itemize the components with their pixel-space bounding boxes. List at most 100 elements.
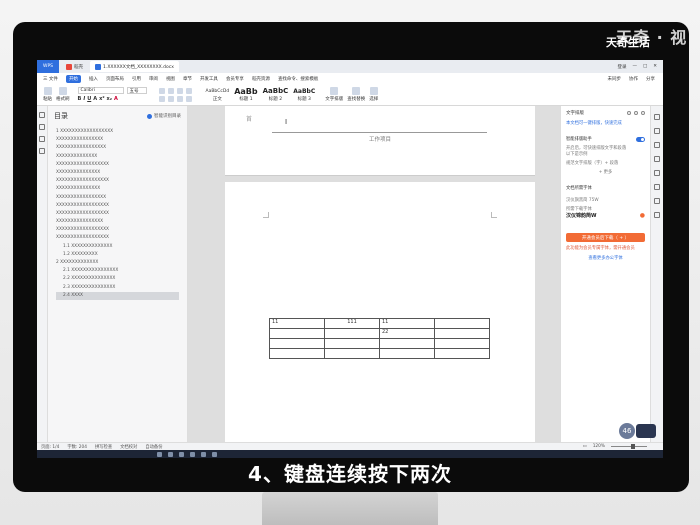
format-painter-button[interactable]: 格式刷 — [56, 87, 70, 102]
table-cell[interactable] — [269, 328, 325, 339]
outline-item[interactable]: XXXXXXXXXXXXXXXXXX — [56, 210, 179, 218]
select-button[interactable]: 选择 — [369, 87, 378, 102]
share-button[interactable]: 分享 — [646, 76, 655, 82]
table-cell[interactable] — [434, 348, 490, 359]
outline-item[interactable]: 2.1 XXXXXXXXXXXXXXXX — [56, 267, 179, 275]
help-icon[interactable] — [627, 111, 631, 115]
doc-proofread[interactable]: 文档校对 — [120, 444, 137, 450]
location-icon[interactable] — [654, 170, 660, 176]
highlight-button[interactable]: A — [114, 96, 118, 102]
subscript-button[interactable]: x₂ — [107, 96, 112, 102]
menu-developer[interactable]: 开发工具 — [200, 76, 218, 82]
table-cell[interactable] — [434, 328, 490, 339]
menu-docer[interactable]: 稻壳资源 — [252, 76, 270, 82]
wps-app-button[interactable]: WPS — [37, 60, 60, 73]
outline-item-selected[interactable]: 2.4 XXXX — [56, 291, 179, 300]
page-2[interactable]: 11 111 11 22 — [225, 182, 535, 442]
font-size-select[interactable]: 五号 — [126, 87, 147, 94]
outline-item[interactable]: XXXXXXXXXXXXXXXXX — [56, 194, 179, 202]
login-button[interactable]: 登录 — [617, 64, 626, 70]
view-mode-icon[interactable]: ▭ — [583, 444, 587, 449]
table-cell[interactable] — [434, 338, 490, 349]
spell-check[interactable]: 拼写检查 — [95, 444, 112, 450]
smart-layout-toggle[interactable] — [636, 136, 645, 142]
find-replace-button[interactable]: 查找替换 — [347, 87, 365, 102]
menu-sections[interactable]: 章节 — [183, 76, 192, 82]
bullet-list-icon[interactable] — [158, 87, 165, 94]
timer-icon[interactable] — [654, 184, 660, 190]
layout-icon[interactable] — [654, 156, 660, 162]
browser-icon[interactable] — [201, 451, 206, 457]
outline-item[interactable]: XXXXXXXXXXXXXXXXXX — [56, 161, 179, 169]
table-cell[interactable]: 11 — [379, 318, 435, 329]
outline-item[interactable]: XXXXXXXXXXXXXX — [56, 153, 179, 161]
search-icon[interactable] — [168, 451, 173, 457]
italic-button[interactable]: I — [83, 96, 85, 102]
wps-icon[interactable] — [212, 451, 217, 457]
smart-toc-button[interactable]: 智能识别目录 — [147, 113, 181, 119]
auto-backup[interactable]: 自动备份 — [145, 444, 162, 450]
word-count[interactable]: 字数: 204 — [67, 444, 87, 450]
outline-item[interactable]: XXXXXXXXXXXXXXX — [56, 169, 179, 177]
font-name-select[interactable]: Calibri — [77, 87, 124, 94]
table-cell[interactable] — [324, 348, 380, 359]
zoom-slider[interactable] — [611, 444, 647, 449]
download-icon[interactable]: ● — [640, 212, 645, 219]
outdent-icon[interactable] — [185, 87, 192, 94]
bookmark-icon[interactable] — [39, 124, 45, 130]
table-cell[interactable] — [269, 348, 325, 359]
table-cell[interactable]: 22 — [379, 328, 435, 339]
command-search[interactable]: 查找命令、搜索模板 — [278, 76, 319, 82]
outline-toggle-icon[interactable] — [39, 112, 45, 118]
page-1[interactable]: 首 I 工作项目 — [225, 106, 535, 176]
text-tools-button[interactable]: 文字排版 — [325, 87, 343, 102]
number-list-icon[interactable] — [167, 87, 174, 94]
menu-file[interactable]: 三 文件 — [43, 76, 58, 82]
superscript-button[interactable]: x² — [99, 96, 104, 102]
table-cell[interactable] — [269, 338, 325, 349]
collab-button[interactable]: 协作 — [629, 76, 638, 82]
outline-item[interactable]: XXXXXXXXXXXXXXX — [56, 185, 179, 193]
outline-item[interactable]: 1 XXXXXXXXXXXXXXXXXX — [56, 128, 179, 136]
sync-status[interactable]: 未同步 — [608, 76, 622, 82]
outline-item[interactable]: XXXXXXXXXXXXXXXX — [56, 218, 179, 226]
paste-button[interactable]: 粘贴 — [43, 87, 52, 102]
close-button[interactable]: ✕ — [653, 64, 657, 70]
maximize-button[interactable]: □ — [643, 64, 647, 70]
style-normal[interactable]: AaBbCcDd 正文 — [204, 87, 232, 102]
outline-item[interactable]: XXXXXXXXXXXXXXXXXX — [56, 177, 179, 185]
table-cell[interactable]: 111 — [324, 318, 380, 329]
font-color-button[interactable]: A — [93, 96, 97, 102]
pen-icon[interactable] — [654, 128, 660, 134]
vip-fonts-link[interactable]: 查看更多办公字体 — [561, 255, 650, 261]
menu-layout[interactable]: 页面布局 — [106, 76, 124, 82]
minimize-button[interactable]: — — [632, 64, 637, 70]
outline-item[interactable]: 2 XXXXXXXXXXXXX — [56, 259, 179, 267]
menu-home[interactable]: 开始 — [65, 74, 81, 83]
bold-button[interactable]: B — [78, 96, 82, 102]
justify-icon[interactable] — [185, 95, 192, 102]
align-center-icon[interactable] — [167, 95, 174, 102]
table-cell[interactable] — [434, 318, 490, 329]
menu-member[interactable]: 会员专享 — [226, 76, 244, 82]
outline-item[interactable]: 2.2 XXXXXXXXXXXXXXX — [56, 275, 179, 283]
table-cell[interactable] — [324, 338, 380, 349]
menu-references[interactable]: 引用 — [132, 76, 141, 82]
document-area[interactable]: 首 I 工作项目 11 111 11 22 — [188, 106, 560, 442]
align-right-icon[interactable] — [176, 95, 183, 102]
style-heading-3[interactable]: AaBbC 标题 3 — [291, 87, 317, 102]
taskview-icon[interactable] — [179, 451, 184, 457]
list-icon[interactable] — [654, 198, 660, 204]
table-cell[interactable] — [379, 338, 435, 349]
table-cell[interactable]: 11 — [269, 318, 325, 329]
menu-insert[interactable]: 插入 — [89, 76, 98, 82]
menu-view[interactable]: 视图 — [166, 76, 175, 82]
pointer-icon[interactable] — [654, 114, 660, 120]
search-icon[interactable] — [39, 148, 45, 154]
outline-item[interactable]: 1.2 XXXXXXXXX — [56, 251, 179, 259]
table-cell[interactable] — [324, 328, 380, 339]
start-icon[interactable] — [157, 451, 162, 457]
indent-icon[interactable] — [176, 87, 183, 94]
tab-docer[interactable]: 稻壳 — [61, 61, 88, 72]
outline-item[interactable]: 1.1 XXXXXXXXXXXXXX — [56, 243, 179, 251]
